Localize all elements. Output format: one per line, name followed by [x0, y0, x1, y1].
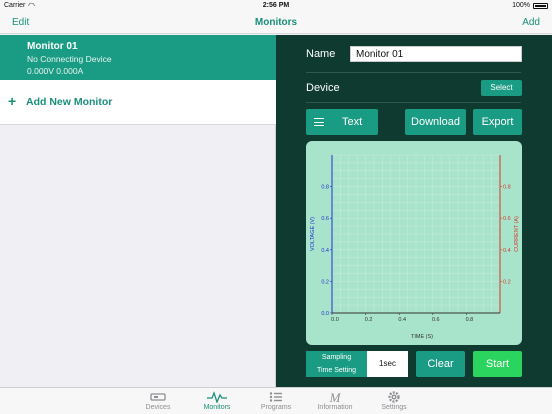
sampling-label-line2: Time Setting [316, 367, 357, 374]
navigation-bar: Edit Monitors Add [0, 12, 552, 34]
programs-icon [269, 392, 282, 402]
y-right-axis-label: CURRENT (A) [514, 216, 520, 252]
tab-settings-label: Settings [381, 404, 407, 411]
tab-bar: Devices Monitors Programs M Information … [0, 387, 552, 414]
export-button[interactable]: Export [473, 109, 522, 135]
y-left-tick-label: 0.6 [321, 216, 329, 222]
clear-button[interactable]: Clear [416, 351, 465, 377]
information-icon: M [329, 391, 342, 403]
settings-icon [388, 391, 400, 403]
battery-icon [533, 3, 548, 9]
download-button[interactable]: Download [405, 109, 466, 135]
add-new-monitor-label: Add New Monitor [26, 96, 113, 108]
add-new-monitor-button[interactable]: + Add New Monitor [0, 80, 276, 125]
page-title: Monitors [254, 17, 298, 28]
text-view-label: Text [342, 116, 363, 128]
menu-icon [314, 118, 324, 126]
tab-information-label: Information [317, 404, 353, 411]
monitor-list-item[interactable]: Monitor 01 No Connecting Device 0.000V 0… [0, 35, 276, 80]
y-left-tick-label: 0.0 [321, 311, 329, 317]
sampling-label-line1: Sampling [321, 354, 352, 361]
tab-monitors[interactable]: Monitors [187, 388, 247, 414]
monitor-name: Monitor 01 [27, 41, 78, 52]
tab-devices-label: Devices [145, 404, 171, 411]
tab-programs-label: Programs [260, 404, 292, 411]
select-device-button[interactable]: Select [481, 80, 522, 96]
device-label: Device [306, 82, 340, 94]
sampling-time-setting-label: Sampling Time Setting [306, 351, 367, 377]
x-tick-label: 0.4 [398, 317, 406, 323]
tab-information[interactable]: M Information [305, 388, 365, 414]
monitor-detail-panel: Name Device Select Text Download Export … [276, 35, 552, 387]
y-left-tick-label: 0.4 [321, 248, 329, 254]
tab-settings[interactable]: Settings [364, 388, 424, 414]
divider [306, 72, 521, 73]
chart-canvas: 0.0 0.2 0.4 0.6 0.8 0.0 0.2 0.4 0.6 0.8 0.2 0.4 0.6 0… [310, 154, 520, 340]
y-right-tick-label: 0.6 [503, 216, 511, 222]
x-tick-label: 0.8 [466, 317, 474, 323]
battery-percent: 100% [512, 2, 530, 9]
plus-icon: + [8, 93, 17, 109]
measurement-chart: 0.0 0.2 0.4 0.6 0.8 0.0 0.2 0.4 0.6 0.8 0.2 0.4 0.6 0… [306, 141, 522, 345]
monitor-list: Monitor 01 No Connecting Device 0.000V 0… [0, 35, 276, 387]
start-button[interactable]: Start [473, 351, 522, 377]
monitor-status: No Connecting Device [27, 54, 112, 64]
monitor-name-input[interactable] [350, 46, 522, 62]
x-axis-label: TIME (S) [411, 334, 433, 340]
divider [306, 102, 521, 103]
y-left-tick-label: 0.8 [321, 185, 329, 191]
status-bar: Carrier ◠ 2:56 PM 100% [0, 0, 552, 12]
clock: 2:56 PM [262, 2, 290, 9]
y-right-tick-label: 0.8 [503, 185, 511, 191]
text-view-button[interactable]: Text [306, 109, 378, 135]
x-tick-label: 0.0 [331, 317, 339, 323]
svg-text:M: M [329, 391, 342, 403]
y-left-tick-label: 0.2 [321, 279, 329, 285]
x-tick-label: 0.2 [365, 317, 373, 323]
devices-icon [150, 393, 166, 401]
y-left-axis-label: VOLTAGE (V) [310, 217, 316, 251]
y-right-tick-label: 0.2 [503, 279, 511, 285]
add-button[interactable]: Add [522, 17, 540, 28]
x-tick-label: 0.6 [432, 317, 440, 323]
tab-programs[interactable]: Programs [246, 388, 306, 414]
tab-monitors-label: Monitors [203, 404, 231, 411]
name-label: Name [306, 48, 336, 60]
sampling-interval-input[interactable]: 1sec [367, 351, 408, 377]
y-right-tick-label: 0.4 [503, 248, 511, 254]
monitor-values: 0.000V 0.000A [27, 66, 84, 76]
tab-devices[interactable]: Devices [128, 388, 188, 414]
monitors-icon [207, 391, 227, 403]
